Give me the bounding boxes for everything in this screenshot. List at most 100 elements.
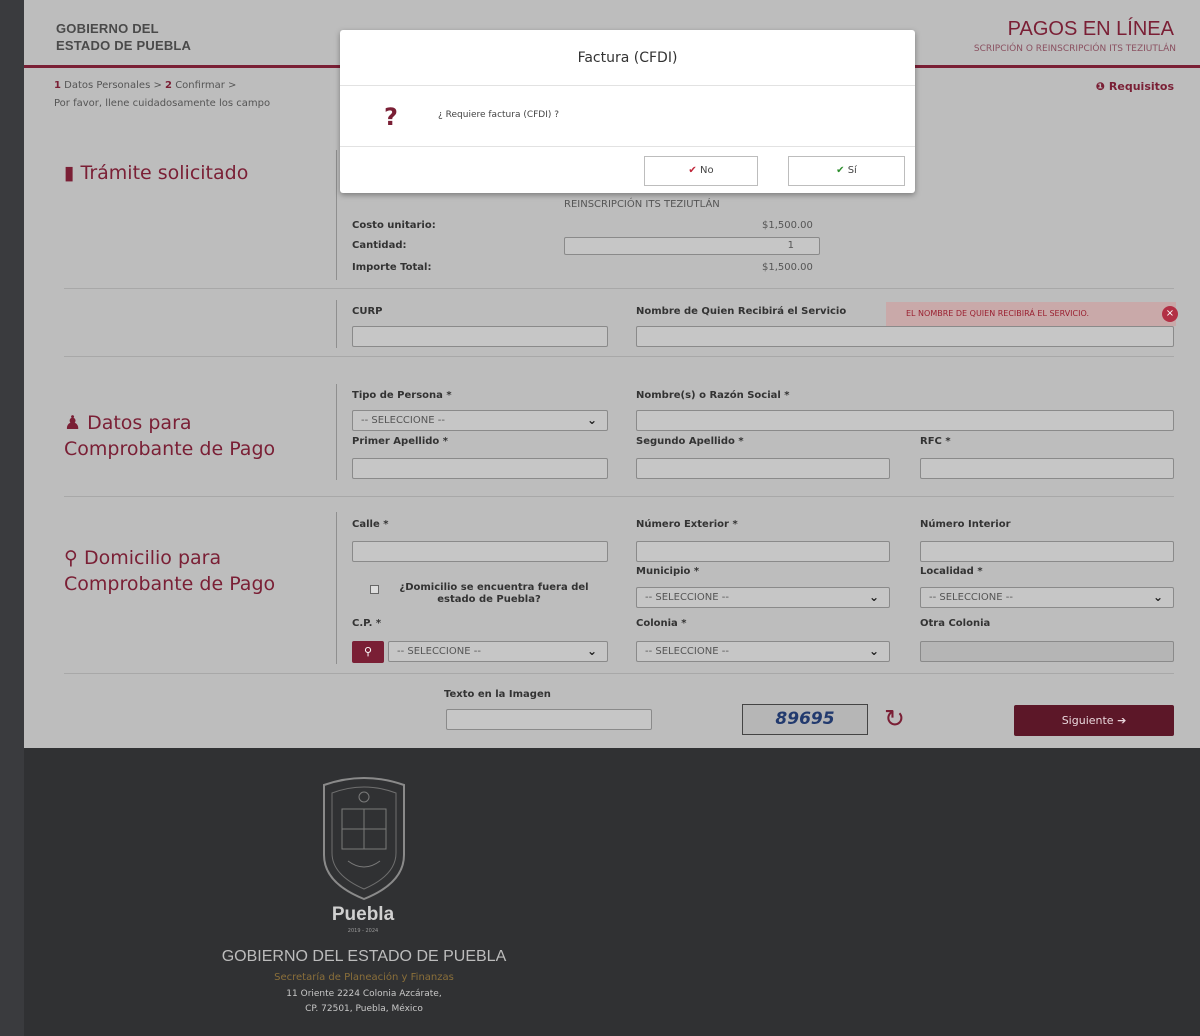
num-int-label: Número Interior xyxy=(920,519,1011,530)
info-icon: ❶ xyxy=(1095,80,1109,93)
cross-icon: ✔ xyxy=(688,165,700,176)
importe-value: $1,500.00 xyxy=(762,262,813,273)
check-icon: ✔ xyxy=(836,165,848,176)
localidad-select[interactable]: -- SELECCIONE -- ⌄ xyxy=(920,587,1174,608)
document-icon: ▮ xyxy=(64,162,75,184)
chevron-down-icon: ⌄ xyxy=(586,644,597,658)
colonia-value: -- SELECCIONE -- xyxy=(645,646,729,657)
calle-label: Calle * xyxy=(352,519,389,530)
importe-label: Importe Total: xyxy=(352,262,432,273)
chevron-down-icon: ⌄ xyxy=(868,644,879,658)
modal-title: Factura (CFDI) xyxy=(340,30,915,86)
beneficiario-label: Nombre de Quien Recibirá el Servicio xyxy=(636,306,847,317)
section-separator xyxy=(64,356,1174,357)
curp-label: CURP xyxy=(352,306,383,317)
gov-logo-text: GOBIERNO DEL ESTADO DE PUEBLA xyxy=(56,20,191,54)
divider xyxy=(336,300,337,348)
costo-value: $1,500.00 xyxy=(762,220,813,231)
razon-social-label: Nombre(s) o Razón Social * xyxy=(636,390,790,401)
divider xyxy=(336,512,337,664)
rfc-input[interactable] xyxy=(920,458,1174,479)
requisitos-link[interactable]: ❶ Requisitos xyxy=(1096,80,1174,93)
step2-label: Confirmar xyxy=(175,80,225,91)
user-icon: ♟ xyxy=(64,412,88,434)
section-separator xyxy=(64,673,1174,674)
next-button[interactable]: Siguiente ➔ xyxy=(1014,705,1174,736)
app-title: PAGOS EN LÍNEA xyxy=(1007,18,1174,40)
step1-number: 1 xyxy=(54,80,61,91)
footer-address-line2: CP. 72501, Puebla, México xyxy=(305,1004,423,1014)
comprobante-title-line1: Datos para xyxy=(87,412,192,434)
footer-brand: Puebla xyxy=(331,904,395,925)
arrow-right-icon: ➔ xyxy=(1117,714,1127,727)
divider xyxy=(336,384,337,480)
no-label: No xyxy=(699,165,714,176)
num-int-input[interactable] xyxy=(920,541,1174,562)
cp-select[interactable]: -- SELECCIONE -- ⌄ xyxy=(388,641,608,662)
step2-number: 2 xyxy=(165,80,173,91)
question-icon: ? xyxy=(384,103,398,131)
footer-secretaria: Secretaría de Planeación y Finanzas xyxy=(274,972,454,983)
domicilio-title-line1: Domicilio para xyxy=(83,547,222,569)
beneficiario-input[interactable] xyxy=(636,326,1174,347)
footer-address-line1: 11 Oriente 2224 Colonia Azcárate, xyxy=(286,989,442,999)
localidad-label: Localidad * xyxy=(920,566,983,577)
close-icon[interactable]: × xyxy=(1162,306,1178,322)
tipo-persona-select[interactable]: -- SELECCIONE -- ⌄ xyxy=(352,410,608,431)
page: GOBIERNO DEL ESTADO DE PUEBLA PAGOS EN L… xyxy=(24,0,1200,1036)
costo-label: Costo unitario: xyxy=(352,220,436,231)
footer-years: 2019 - 2024 xyxy=(347,928,379,934)
num-ext-label: Número Exterior * xyxy=(636,519,738,530)
search-icon: ⚲ xyxy=(363,645,373,658)
primer-apellido-input[interactable] xyxy=(352,458,608,479)
primer-apellido-label: Primer Apellido * xyxy=(352,436,449,447)
service-subtitle: SCRIPCIÓN O REINSCRIPCIÓN ITS TEZIUTLÁN xyxy=(973,44,1176,54)
captcha-image: 89695 xyxy=(742,704,868,735)
service-value: REINSCRIPCIÓN ITS TEZIUTLÁN xyxy=(564,199,720,210)
cp-label: C.P. * xyxy=(352,618,382,629)
cantidad-value: 1 xyxy=(787,240,794,251)
factura-modal: Factura (CFDI) ? ¿ Requiere factura (CFD… xyxy=(340,30,915,193)
tipo-persona-value: -- SELECCIONE -- xyxy=(361,415,445,426)
refresh-icon[interactable]: ↻ xyxy=(884,704,905,733)
cantidad-input[interactable]: 1 xyxy=(564,237,820,255)
step1-label: Datos Personales xyxy=(64,80,151,91)
comprobante-title-line2: Comprobante de Pago xyxy=(64,438,276,460)
fuera-estado-line1: ¿Domicilio se encuentra fuera del xyxy=(399,582,589,593)
chevron-down-icon: ⌄ xyxy=(868,590,879,604)
tramite-title: Trámite solicitado xyxy=(80,162,249,184)
si-label: Sí xyxy=(847,165,857,176)
modal-footer-divider xyxy=(340,146,915,147)
no-button[interactable]: ✔ No xyxy=(644,156,758,186)
section-separator xyxy=(64,288,1174,289)
domicilio-section-title: ⚲ Domicilio para Comprobante de Pago xyxy=(64,545,275,597)
municipio-label: Municipio * xyxy=(636,566,700,577)
domicilio-title-line2: Comprobante de Pago xyxy=(64,573,276,595)
segundo-apellido-input[interactable] xyxy=(636,458,890,479)
tramite-section-title: ▮ Trámite solicitado xyxy=(64,160,248,186)
curp-input[interactable] xyxy=(352,326,608,347)
colonia-label: Colonia * xyxy=(636,618,687,629)
modal-question: ¿ Requiere factura (CFDI) ? xyxy=(438,110,560,120)
si-button[interactable]: ✔ Sí xyxy=(788,156,905,186)
fuera-estado-label: ¿Domicilio se encuentra fuera del estado… xyxy=(369,582,609,606)
chevron-down-icon: ⌄ xyxy=(1152,590,1163,604)
municipio-select[interactable]: -- SELECCIONE -- ⌄ xyxy=(636,587,890,608)
divider xyxy=(336,150,337,280)
rfc-label: RFC * xyxy=(920,436,951,447)
colonia-select[interactable]: -- SELECCIONE -- ⌄ xyxy=(636,641,890,662)
num-ext-input[interactable] xyxy=(636,541,890,562)
otra-colonia-input[interactable] xyxy=(920,641,1174,662)
comprobante-section-title: ♟ Datos para Comprobante de Pago xyxy=(64,410,275,462)
section-separator xyxy=(64,496,1174,497)
chevron-right-icon: > xyxy=(153,80,166,91)
calle-input[interactable] xyxy=(352,541,608,562)
state-seal-logo xyxy=(323,777,405,901)
next-label: Siguiente xyxy=(1061,714,1114,727)
footer-address: 11 Oriente 2224 Colonia Azcárate, CP. 72… xyxy=(154,987,574,1017)
captcha-input[interactable] xyxy=(446,709,652,730)
otra-colonia-label: Otra Colonia xyxy=(920,618,991,629)
search-button[interactable]: ⚲ xyxy=(352,641,384,663)
razon-social-input[interactable] xyxy=(636,410,1174,431)
segundo-apellido-label: Segundo Apellido * xyxy=(636,436,744,447)
